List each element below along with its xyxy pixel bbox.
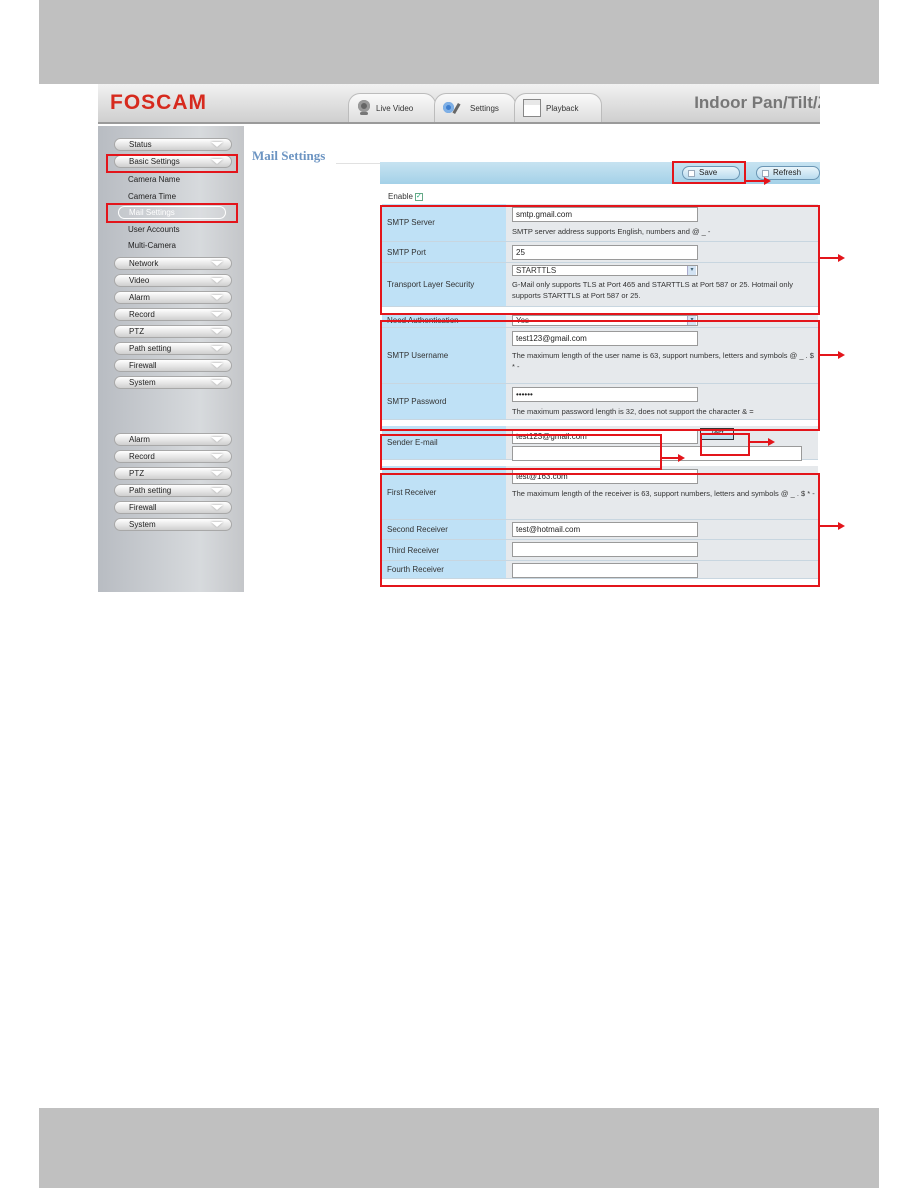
arrow-icon	[750, 438, 775, 446]
annotation-save	[672, 161, 746, 184]
sidebar-item-ptz[interactable]: PTZ	[114, 325, 232, 338]
chevron-down-icon	[211, 329, 223, 334]
sidebar-item-label: Record	[129, 310, 155, 319]
product-title: Indoor Pan/Tilt/Z	[694, 93, 820, 112]
arrow-icon	[744, 177, 771, 185]
sidebar-item-ptz[interactable]: PTZ	[114, 467, 232, 480]
chevron-down-icon	[211, 454, 223, 459]
chevron-down-icon	[211, 522, 223, 527]
chevron-down-icon	[211, 312, 223, 317]
foscam-logo: FOSCAM	[110, 91, 207, 114]
annotation-test	[700, 433, 750, 456]
sidebar-item-label: PTZ	[129, 469, 145, 478]
sidebar-sub-multi-camera[interactable]: Multi-Camera	[128, 241, 176, 250]
bottom-gray-banner	[39, 1108, 879, 1188]
refresh-label: Refresh	[773, 168, 802, 177]
enable-label: Enable	[388, 192, 413, 201]
chevron-down-icon	[211, 346, 223, 351]
sidebar-sub-camera-time[interactable]: Camera Time	[128, 192, 176, 201]
sidebar-item-record[interactable]: Record	[114, 308, 232, 321]
chevron-down-icon	[211, 363, 223, 368]
chevron-down-icon	[211, 142, 223, 147]
annotation-auth-group	[380, 320, 820, 431]
tab-label: Playback	[546, 103, 579, 113]
annotation-smtp-group	[380, 205, 820, 315]
sidebar-item-label: Alarm	[129, 293, 150, 302]
sidebar: Status Basic Settings Camera Name Camera…	[98, 126, 244, 592]
chevron-down-icon	[211, 380, 223, 385]
tab-playback[interactable]: Playback	[514, 93, 602, 122]
chevron-down-icon	[211, 488, 223, 493]
sidebar-sub-user-accounts[interactable]: User Accounts	[128, 225, 180, 234]
header: FOSCAM Live Video Settings Playback Indo…	[98, 84, 820, 124]
enable-row: Enable ✓	[388, 192, 423, 201]
sidebar-item-label: Path setting	[129, 486, 172, 495]
calendar-icon	[523, 99, 541, 117]
sidebar-item-path-setting[interactable]: Path setting	[114, 342, 232, 355]
tab-label: Settings	[470, 103, 499, 113]
sidebar-item-label: System	[129, 520, 156, 529]
sidebar-item-path-setting[interactable]: Path setting	[114, 484, 232, 497]
arrow-icon	[820, 254, 845, 262]
annotation-sender	[380, 434, 662, 470]
enable-checkbox[interactable]: ✓	[414, 192, 423, 201]
tab-settings[interactable]: Settings	[434, 93, 516, 122]
sidebar-item-alarm[interactable]: Alarm	[114, 291, 232, 304]
chevron-down-icon	[211, 295, 223, 300]
arrow-icon	[820, 522, 845, 530]
arrow-icon	[820, 351, 845, 359]
annotation-receivers	[380, 473, 820, 587]
sidebar-item-alarm[interactable]: Alarm	[114, 433, 232, 446]
chevron-down-icon	[211, 471, 223, 476]
annotation-basic-settings	[106, 154, 238, 173]
sidebar-item-label: Video	[129, 276, 150, 285]
sidebar-item-label: Firewall	[129, 361, 157, 370]
sidebar-item-label: PTZ	[129, 327, 145, 336]
sidebar-item-label: System	[129, 378, 156, 387]
sidebar-item-system[interactable]: System	[114, 518, 232, 531]
chevron-down-icon	[211, 505, 223, 510]
chevron-down-icon	[211, 278, 223, 283]
sidebar-item-system[interactable]: System	[114, 376, 232, 389]
sidebar-item-firewall[interactable]: Firewall	[114, 359, 232, 372]
sidebar-item-record[interactable]: Record	[114, 450, 232, 463]
arrow-icon	[662, 454, 685, 462]
sidebar-item-label: Record	[129, 452, 155, 461]
gears-icon	[443, 101, 465, 115]
sidebar-item-label: Status	[129, 140, 152, 149]
top-gray-banner	[39, 0, 879, 84]
sidebar-item-status[interactable]: Status	[114, 138, 232, 151]
page-title: Mail Settings	[252, 148, 326, 163]
refresh-icon	[762, 170, 769, 177]
sidebar-item-label: Path setting	[129, 344, 172, 353]
chevron-down-icon	[211, 437, 223, 442]
webcam-icon	[357, 100, 371, 116]
sidebar-item-label: Alarm	[129, 435, 150, 444]
tab-live-video[interactable]: Live Video	[348, 93, 436, 122]
sidebar-item-network[interactable]: Network	[114, 257, 232, 270]
sidebar-item-label: Network	[129, 259, 159, 268]
sidebar-item-label: Firewall	[129, 503, 157, 512]
chevron-down-icon	[211, 261, 223, 266]
sidebar-item-video[interactable]: Video	[114, 274, 232, 287]
tab-label: Live Video	[376, 103, 414, 113]
sidebar-sub-camera-name[interactable]: Camera Name	[128, 175, 180, 184]
sidebar-item-firewall[interactable]: Firewall	[114, 501, 232, 514]
annotation-mail-settings	[106, 203, 238, 223]
